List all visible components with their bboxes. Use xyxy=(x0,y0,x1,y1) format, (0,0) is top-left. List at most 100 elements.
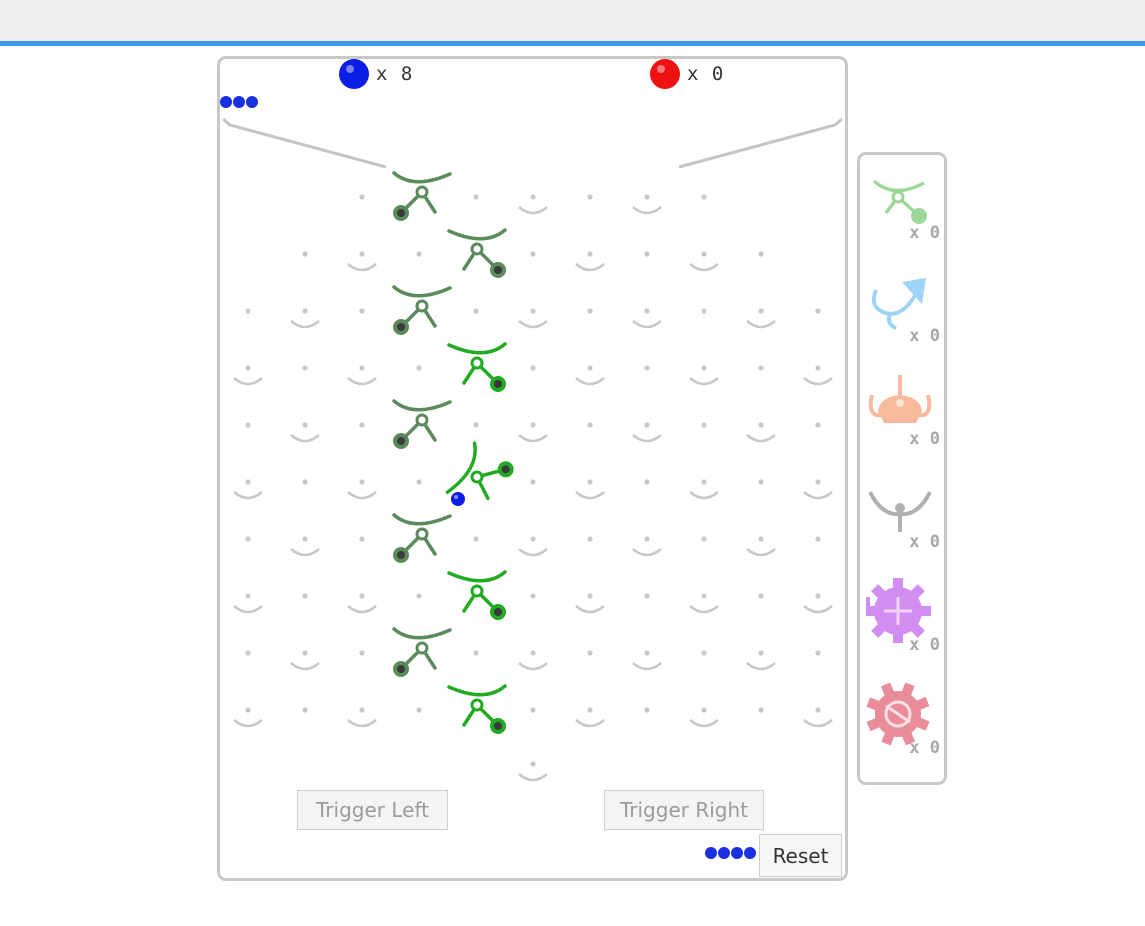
peg xyxy=(758,308,764,314)
gear-bit-icon xyxy=(866,578,931,643)
palette-count: x 0 xyxy=(909,532,940,552)
peg xyxy=(587,536,593,542)
queued-ball xyxy=(718,847,730,859)
peg xyxy=(245,707,251,713)
peg xyxy=(416,365,422,371)
peg xyxy=(245,365,251,371)
peg xyxy=(587,593,593,599)
palette-count: x 0 xyxy=(909,738,940,758)
ramp-cup xyxy=(689,605,719,614)
peg xyxy=(473,194,479,200)
peg xyxy=(302,707,308,713)
peg xyxy=(473,422,479,428)
peg xyxy=(530,536,536,542)
peg xyxy=(530,761,536,767)
blue-count-label: x 8 xyxy=(376,63,414,85)
bit-right-1 xyxy=(447,228,507,278)
peg xyxy=(644,251,650,257)
peg xyxy=(758,422,764,428)
peg xyxy=(815,650,821,656)
peg xyxy=(815,365,821,371)
ramp-cup xyxy=(632,434,662,443)
peg xyxy=(473,308,479,314)
board-canvas[interactable] xyxy=(220,59,845,878)
top-ball-queue xyxy=(220,96,259,108)
ramp-cup xyxy=(347,491,377,500)
ramp-icon xyxy=(868,491,932,532)
palette-item-bit[interactable]: x 0 xyxy=(860,159,944,259)
peg xyxy=(359,536,365,542)
queued-ball xyxy=(744,847,756,859)
peg xyxy=(302,251,308,257)
peg xyxy=(758,650,764,656)
bit-left-2 xyxy=(392,285,452,335)
peg xyxy=(245,593,251,599)
ramp-cup xyxy=(347,263,377,272)
ramp-cup xyxy=(290,548,320,557)
peg xyxy=(758,251,764,257)
palette-item-crossover[interactable]: x 0 xyxy=(860,262,944,362)
peg xyxy=(815,593,821,599)
peg xyxy=(587,194,593,200)
trigger-left-button[interactable]: Trigger Left xyxy=(297,790,448,830)
peg xyxy=(758,593,764,599)
peg xyxy=(701,650,707,656)
peg xyxy=(302,479,308,485)
peg xyxy=(416,479,422,485)
peg xyxy=(815,479,821,485)
peg xyxy=(815,707,821,713)
peg xyxy=(644,650,650,656)
ramp-cup xyxy=(632,320,662,329)
ramp-cup xyxy=(632,548,662,557)
peg xyxy=(758,536,764,542)
peg xyxy=(359,479,365,485)
palette-item-gear[interactable]: x 0 xyxy=(860,674,944,774)
peg xyxy=(302,536,308,542)
peg xyxy=(302,308,308,314)
peg xyxy=(815,422,821,428)
interceptor-icon xyxy=(868,375,932,423)
palette-item-gear-bit[interactable]: x 0 xyxy=(860,571,944,671)
peg xyxy=(302,650,308,656)
ramp-cup xyxy=(575,719,605,728)
peg xyxy=(359,365,365,371)
peg xyxy=(587,365,593,371)
peg xyxy=(644,593,650,599)
ramp-cup xyxy=(746,548,776,557)
peg xyxy=(587,308,593,314)
peg xyxy=(701,593,707,599)
bit-right-4 xyxy=(447,570,507,620)
peg xyxy=(359,422,365,428)
ramp-cup xyxy=(518,773,548,782)
reset-button[interactable]: Reset xyxy=(759,834,842,877)
peg xyxy=(530,365,536,371)
right-top-ramp xyxy=(678,117,843,169)
peg xyxy=(245,536,251,542)
accent-line xyxy=(0,41,1145,46)
peg xyxy=(701,194,707,200)
game-board[interactable] xyxy=(217,56,848,881)
peg xyxy=(302,422,308,428)
crossover-icon xyxy=(871,278,926,330)
peg xyxy=(359,593,365,599)
ramp-cup xyxy=(689,491,719,500)
peg xyxy=(530,707,536,713)
peg xyxy=(644,422,650,428)
peg xyxy=(701,536,707,542)
ramp-cup xyxy=(803,605,833,614)
bit-left-1 xyxy=(392,171,452,221)
palette-item-interceptor[interactable]: x 0 xyxy=(860,365,944,465)
red-ball-counter: x 0 xyxy=(650,59,724,89)
ramp-cup xyxy=(347,377,377,386)
ramp-cup xyxy=(575,377,605,386)
queued-ball xyxy=(220,96,232,108)
peg xyxy=(701,308,707,314)
ramp-cup xyxy=(632,206,662,215)
ramp-cup xyxy=(746,434,776,443)
parts-palette: x 0 x 0 x 0 x 0 x 0 x 0 xyxy=(857,152,947,785)
trigger-right-button[interactable]: Trigger Right xyxy=(604,790,764,830)
ramp-cup xyxy=(233,605,263,614)
palette-item-ramp[interactable]: x 0 xyxy=(860,468,944,568)
ramp-cup xyxy=(575,491,605,500)
peg xyxy=(530,308,536,314)
